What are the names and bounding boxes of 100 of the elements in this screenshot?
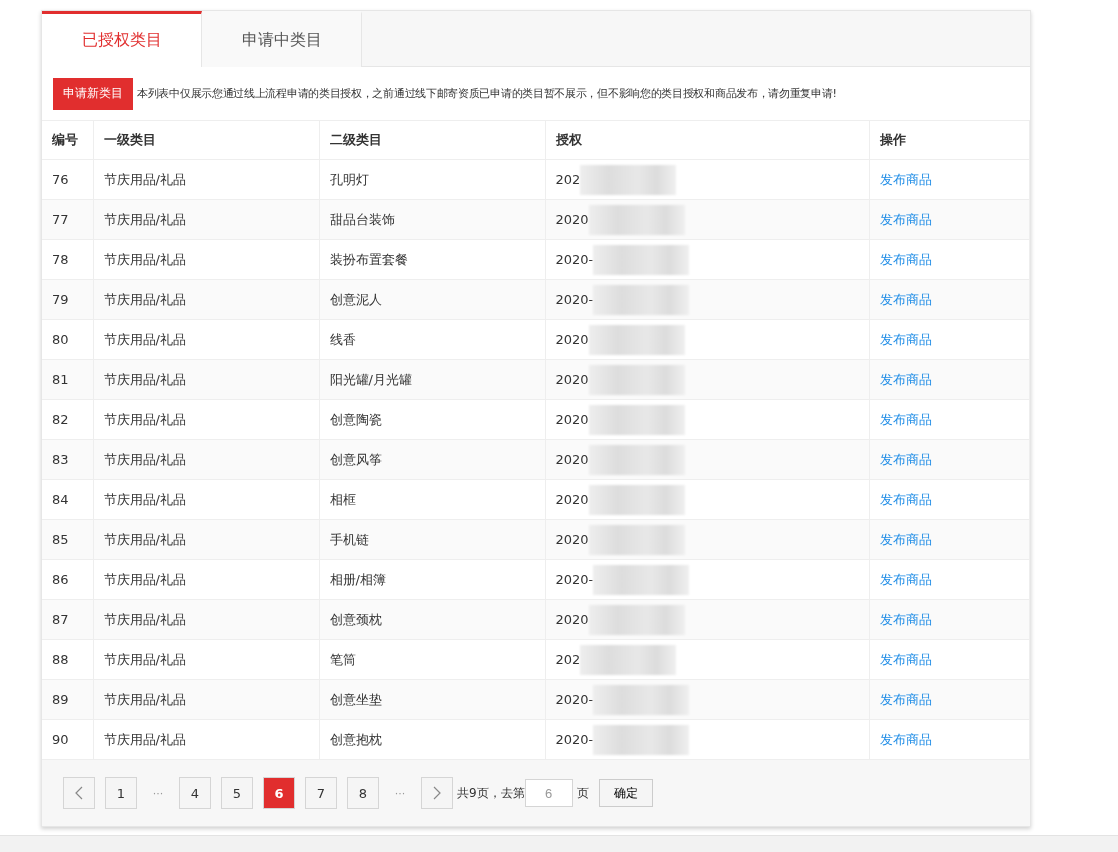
table-cell: 节庆用品/礼品 bbox=[93, 199, 319, 240]
date-text: 2020- bbox=[555, 692, 594, 707]
ellipsis: ··· bbox=[151, 786, 165, 800]
table-cell: 创意陶瓷 bbox=[319, 399, 545, 440]
publish-link[interactable]: 发布商品 bbox=[879, 531, 932, 547]
table-cell: 笔筒 bbox=[319, 639, 545, 680]
table-cell: 节庆用品/礼品 bbox=[93, 559, 319, 600]
table-cell: 相册/相簿 bbox=[319, 559, 545, 600]
table-cell: 90 bbox=[42, 719, 93, 760]
table-cell: 节庆用品/礼品 bbox=[93, 679, 319, 720]
apply-category-button[interactable]: 申请新类目 bbox=[53, 77, 133, 110]
tab[interactable]: 申请中类目 bbox=[202, 11, 362, 67]
date-text: 202 bbox=[555, 652, 581, 667]
table-cell: 创意泥人 bbox=[319, 279, 545, 320]
publish-link[interactable]: 发布商品 bbox=[879, 571, 932, 587]
table-cell: 相框 bbox=[319, 479, 545, 520]
publish-link[interactable]: 发布商品 bbox=[879, 291, 932, 307]
table-cell: 节庆用品/礼品 bbox=[93, 239, 319, 280]
table-cell: 甜品台装饰 bbox=[319, 199, 545, 240]
date-text: 202 bbox=[555, 172, 581, 187]
table-cell: 创意颈枕 bbox=[319, 599, 545, 640]
date-text: 2020 bbox=[555, 492, 589, 507]
date-text: 2020 bbox=[555, 612, 589, 627]
table-cell: 节庆用品/礼品 bbox=[93, 359, 319, 400]
table-cell: 创意坐垫 bbox=[319, 679, 545, 720]
date-text: 2020 bbox=[555, 532, 589, 547]
table-cell: 创意抱枕 bbox=[319, 719, 545, 760]
column-header: 操作 bbox=[869, 121, 1030, 160]
publish-link[interactable]: 发布商品 bbox=[879, 171, 932, 187]
column-header: 二级类目 bbox=[319, 121, 545, 160]
date-text: 2020 bbox=[555, 212, 589, 227]
publish-link[interactable]: 发布商品 bbox=[879, 651, 932, 667]
table-cell: 节庆用品/礼品 bbox=[93, 399, 319, 440]
column-header: 授权 bbox=[545, 121, 869, 160]
page-button[interactable]: 5 bbox=[221, 777, 253, 809]
table-cell: 节庆用品/礼品 bbox=[93, 319, 319, 360]
column-header: 一级类目 bbox=[93, 121, 319, 160]
chevron-icon bbox=[433, 786, 441, 800]
table-cell: 孔明灯 bbox=[319, 159, 545, 200]
table-cell: 81 bbox=[42, 359, 93, 400]
date-text: 2020 bbox=[555, 372, 589, 387]
page-input[interactable]: 6 bbox=[524, 779, 573, 807]
tab[interactable]: 已授权类目 bbox=[42, 11, 202, 67]
publish-link[interactable]: 发布商品 bbox=[879, 211, 932, 227]
table-cell: 节庆用品/礼品 bbox=[93, 479, 319, 520]
confirm-button[interactable]: 确定 bbox=[598, 779, 653, 807]
table-cell: 89 bbox=[42, 679, 93, 720]
table-cell: 80 bbox=[42, 319, 93, 360]
notice-text: 本列表中仅展示您通过线上流程申请的类目授权，之前通过线下邮寄资质已申请的类目暂不展示，但不影响您的类目授权和商品发布，请勿重复申请! bbox=[137, 86, 837, 101]
publish-link[interactable]: 发布商品 bbox=[879, 411, 932, 427]
date-text: 2020- bbox=[555, 732, 594, 747]
publish-link[interactable]: 发布商品 bbox=[879, 691, 932, 707]
table-cell: 手机链 bbox=[319, 519, 545, 560]
table-cell: 装扮布置套餐 bbox=[319, 239, 545, 280]
table-cell: 节庆用品/礼品 bbox=[93, 439, 319, 480]
publish-link[interactable]: 发布商品 bbox=[879, 451, 932, 467]
table-cell: 节庆用品/礼品 bbox=[93, 519, 319, 560]
table-cell: 节庆用品/礼品 bbox=[93, 719, 319, 760]
table-cell: 87 bbox=[42, 599, 93, 640]
publish-link[interactable]: 发布商品 bbox=[879, 611, 932, 627]
column-header: 编号 bbox=[42, 121, 93, 160]
ellipsis: ··· bbox=[393, 786, 407, 800]
total-pages-text: 共9页，去第 bbox=[457, 784, 525, 802]
publish-link[interactable]: 发布商品 bbox=[879, 371, 932, 387]
table-cell: 88 bbox=[42, 639, 93, 680]
table-cell: 节庆用品/礼品 bbox=[93, 159, 319, 200]
table-cell: 83 bbox=[42, 439, 93, 480]
date-text: 2020- bbox=[555, 252, 594, 267]
table-cell: 85 bbox=[42, 519, 93, 560]
table-cell: 76 bbox=[42, 159, 93, 200]
chevron-icon bbox=[75, 786, 83, 800]
page-button[interactable]: 7 bbox=[305, 777, 337, 809]
table-cell: 线香 bbox=[319, 319, 545, 360]
date-text: 2020 bbox=[555, 452, 589, 467]
date-text: 2020- bbox=[555, 292, 594, 307]
table-cell: 节庆用品/礼品 bbox=[93, 279, 319, 320]
date-text: 2020 bbox=[555, 332, 589, 347]
publish-link[interactable]: 发布商品 bbox=[879, 491, 932, 507]
table-cell: 82 bbox=[42, 399, 93, 440]
table-cell: 77 bbox=[42, 199, 93, 240]
table-cell: 节庆用品/礼品 bbox=[93, 599, 319, 640]
date-text: 2020 bbox=[555, 412, 589, 427]
table-cell: 节庆用品/礼品 bbox=[93, 639, 319, 680]
page-button[interactable]: 4 bbox=[179, 777, 211, 809]
table-cell: 阳光罐/月光罐 bbox=[319, 359, 545, 400]
page-button[interactable]: 6 bbox=[263, 777, 295, 809]
previous-page-button[interactable] bbox=[63, 777, 95, 809]
next-page-button[interactable] bbox=[421, 777, 453, 809]
table-cell: 84 bbox=[42, 479, 93, 520]
page-unit-text: 页 bbox=[576, 784, 589, 802]
table-cell: 创意风筝 bbox=[319, 439, 545, 480]
page-button[interactable]: 1 bbox=[105, 777, 137, 809]
page-button[interactable]: 8 bbox=[347, 777, 379, 809]
table-cell: 78 bbox=[42, 239, 93, 280]
publish-link[interactable]: 发布商品 bbox=[879, 331, 932, 347]
date-text: 2020- bbox=[555, 572, 594, 587]
table-cell: 86 bbox=[42, 559, 93, 600]
publish-link[interactable]: 发布商品 bbox=[879, 731, 932, 747]
publish-link[interactable]: 发布商品 bbox=[879, 251, 932, 267]
table-cell: 79 bbox=[42, 279, 93, 320]
